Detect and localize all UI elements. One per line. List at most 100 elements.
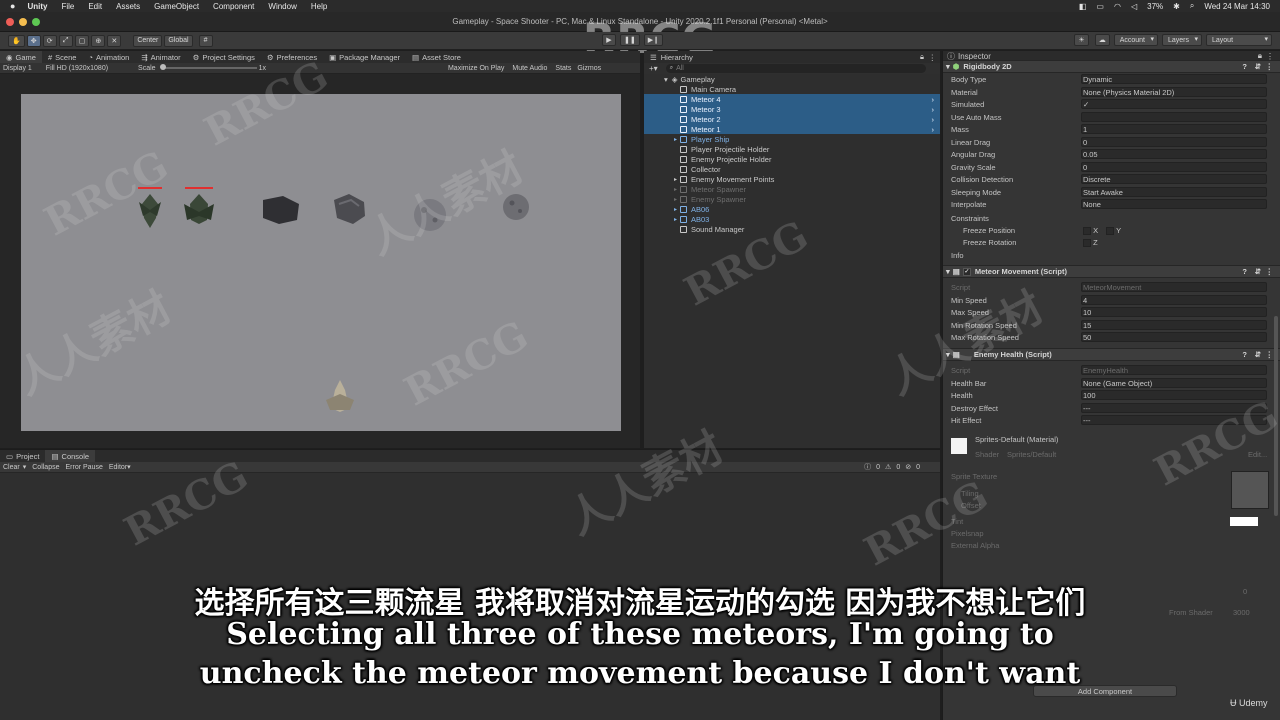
clock[interactable]: Wed 24 Mar 14:30 [1204,2,1270,11]
collapse-arrow-icon-2[interactable]: ▾ [946,267,950,276]
wifi-icon[interactable]: ◠ [1114,2,1121,11]
tab-scene[interactable]: # Scene [42,51,82,63]
hierarchy-item[interactable]: ▸ Player Ship [644,134,940,144]
chevron-right-icon[interactable]: › [932,105,935,114]
bluetooth-icon[interactable]: ✱ [1173,2,1180,11]
chevron-right-icon[interactable]: › [932,95,935,104]
property-field[interactable] [1081,136,1267,147]
more-options-icon[interactable]: ⋮ [929,53,937,62]
menu-window[interactable]: Window [268,2,296,11]
menu-gameobject[interactable]: GameObject [154,2,199,11]
expand-arrow-icon[interactable]: ▸ [674,196,677,203]
display-dropdown[interactable]: Display 1 [3,65,32,72]
property-field[interactable] [1081,415,1267,425]
property-field[interactable] [1081,124,1267,134]
freeze-position-xy[interactable]: X Y [1083,226,1121,236]
menu-edit[interactable]: Edit [88,2,102,11]
property-field[interactable] [1081,99,1267,109]
tab-preferences[interactable]: ⚙ Preferences [261,51,323,63]
property-field[interactable] [1081,307,1267,317]
menu-component[interactable]: Component [213,2,254,11]
battery-label[interactable]: 37% [1147,2,1163,11]
hierarchy-item[interactable]: Meteor 2 › [644,114,940,124]
hierarchy-item[interactable]: ▸ AB06 [644,204,940,214]
hierarchy-search-input[interactable]: ⌕ All [665,64,926,73]
hierarchy-item[interactable]: Meteor 1 › [644,124,940,134]
expand-arrow-icon[interactable]: ▸ [674,136,677,143]
layout-dropdown[interactable]: Layout [1206,34,1272,46]
hierarchy-item[interactable]: Main Camera [644,84,940,94]
log-warning-icon[interactable]: ⚠ [885,463,891,471]
collapse-arrow-icon-3[interactable]: ▾ [946,350,950,359]
property-field[interactable] [1081,402,1267,413]
layers-dropdown[interactable]: Layers [1161,34,1202,46]
search-icon[interactable]: ⌕ [1190,1,1194,11]
chevron-right-icon[interactable]: › [932,115,935,124]
hierarchy-item[interactable]: Meteor 4 › [644,94,940,104]
cloud-icon[interactable]: ☁ [1094,34,1110,46]
rotate-tool-icon[interactable]: ⟳ [42,34,57,47]
collapse-arrow-icon[interactable]: ▾ [946,62,950,71]
stats-toggle[interactable]: Stats [555,65,571,72]
mute-audio-toggle[interactable]: Mute Audio [512,65,547,72]
preset-icon-2[interactable]: ⇵ [1255,267,1261,276]
freeze-rotation-z[interactable]: Z [1083,238,1098,248]
tab-console[interactable]: ▤ Console [45,450,96,462]
pause-button[interactable]: ❚❚ [620,34,640,46]
preset-icon-3[interactable]: ⇵ [1255,350,1261,359]
expand-arrow-icon[interactable]: ▸ [674,176,677,183]
collab-icon[interactable]: ☀ [1074,34,1089,46]
space-global-button[interactable]: Global [164,34,193,47]
play-button[interactable]: ▶ [602,34,616,46]
game-canvas[interactable] [21,94,621,431]
apple-icon[interactable]: ● [10,1,15,11]
tint-color-swatch[interactable] [1230,517,1258,526]
meteor-movement-header[interactable]: ▾ ▤ ✓ Meteor Movement (Script) ? ⇵ ⋮ [943,265,1280,278]
resolution-dropdown[interactable]: Fill HD (1920x1080) [46,65,108,72]
property-field[interactable] [1081,111,1267,122]
rigidbody-header[interactable]: ▾ ⬢ Rigidbody 2D ? ⇵ ⋮ [943,60,1280,73]
menu-help[interactable]: Help [311,2,327,11]
property-field[interactable] [1081,199,1267,209]
hierarchy-item[interactable]: Collector [644,164,940,174]
constraints-label[interactable]: Constraints [951,214,989,223]
preset-icon[interactable]: ⇵ [1255,62,1261,71]
tab-project-settings[interactable]: ⚙ Project Settings [187,51,261,63]
clear-dropdown-arrow-icon[interactable]: ▾ [23,463,27,471]
expand-arrow-icon[interactable]: ▸ [674,186,677,193]
move-tool-icon[interactable]: ✥ [26,34,41,47]
log-info-icon[interactable]: ⓘ [864,462,871,472]
editor-dropdown[interactable]: Editor [109,464,127,471]
scale-slider[interactable] [159,64,257,70]
account-dropdown[interactable]: Account [1113,34,1158,46]
property-field[interactable] [1081,332,1267,342]
property-field[interactable] [1081,294,1267,305]
tab-package-manager[interactable]: ▣ Package Manager [323,51,406,63]
hierarchy-item[interactable]: Sound Manager [644,224,940,234]
scale-tool-icon[interactable]: ⤢ [58,34,73,47]
hierarchy-item[interactable]: ▸ Meteor Spawner [644,184,940,194]
error-pause-toggle[interactable]: Error Pause [66,464,103,471]
hierarchy-item[interactable]: ▸ AB03 [644,214,940,224]
tab-asset-store[interactable]: ▤ Asset Store [406,51,467,63]
scale-slider-knob[interactable] [159,64,166,70]
editor-dropdown-arrow-icon[interactable]: ▾ [127,463,131,471]
hierarchy-item[interactable]: Meteor 3 › [644,104,940,114]
hierarchy-item[interactable]: ▸ Enemy Movement Points [644,174,940,184]
clear-dropdown[interactable]: Clear [3,464,20,471]
component-menu-icon-2[interactable]: ⋮ [1266,267,1274,276]
inspector-scrollbar[interactable] [1274,316,1278,516]
texture-preview[interactable] [1231,471,1269,509]
menu-unity[interactable]: Unity [27,2,47,11]
enemy-health-header[interactable]: ▾ ▤ Enemy Health (Script) ? ⇵ ⋮ [943,348,1280,361]
hierarchy-item[interactable]: Enemy Projectile Holder [644,154,940,164]
tab-project[interactable]: ▭ Project [0,450,45,462]
tab-game[interactable]: ◉ Game [0,51,42,63]
hierarchy-item[interactable]: ▸ Enemy Spawner [644,194,940,204]
transform-tool-icon[interactable]: ⊕ [91,34,106,47]
help-icon[interactable]: ? [1242,62,1247,71]
menu-assets[interactable]: Assets [116,2,140,11]
tab-animation[interactable]: ◔ Animation [82,51,135,63]
log-error-icon[interactable]: ⊘ [905,463,911,471]
volume-icon[interactable]: ◁ [1131,2,1137,11]
